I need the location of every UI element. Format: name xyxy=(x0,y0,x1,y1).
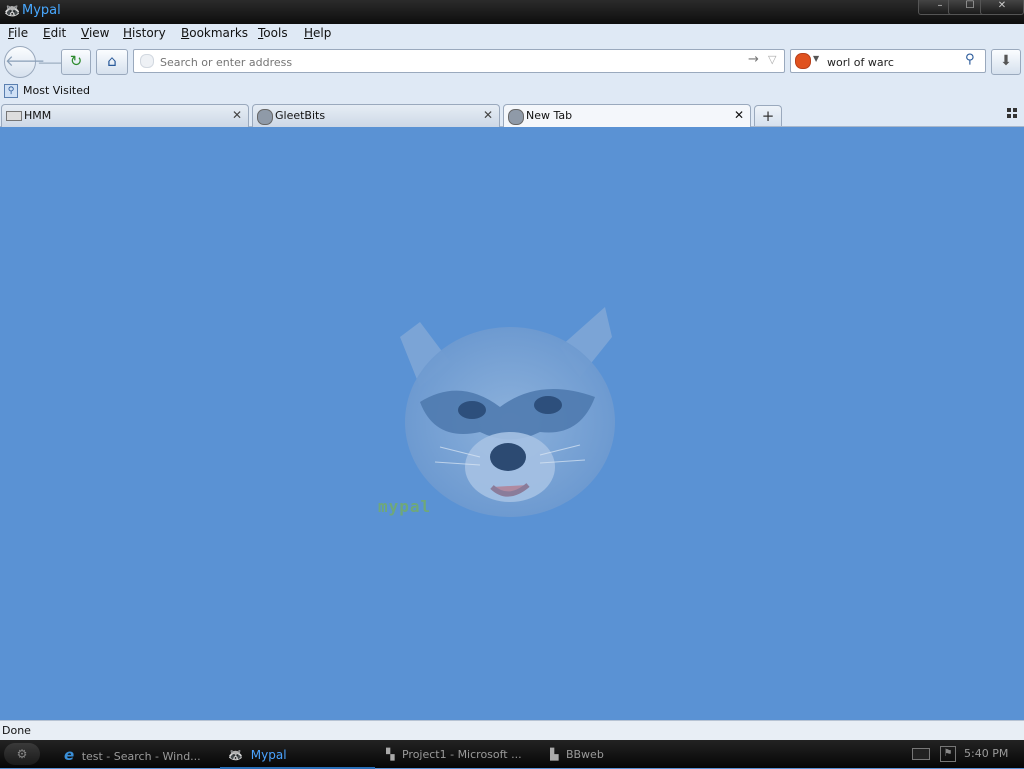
taskbar-item-label: Project1 - Microsoft ... xyxy=(401,748,522,761)
menu-help[interactable]: Help xyxy=(304,26,331,40)
tab-strip: HMM ✕ GleetBits ✕ New Tab ✕ + xyxy=(0,102,1024,128)
vb-project-icon: ▚ xyxy=(386,748,395,761)
tab-new-tab[interactable]: New Tab ✕ xyxy=(503,104,751,128)
plus-icon: + xyxy=(761,107,775,125)
site-identity-icon[interactable] xyxy=(140,54,154,68)
hmm-favicon-icon xyxy=(6,111,22,121)
menu-bookmarks[interactable]: Bookmarks xyxy=(181,26,248,40)
close-window-button[interactable]: ✕ xyxy=(980,0,1024,15)
downloads-button[interactable]: ⬇ xyxy=(991,49,1021,75)
close-tab-icon[interactable]: ✕ xyxy=(483,108,493,122)
close-tab-icon[interactable]: ✕ xyxy=(232,108,242,122)
keyboard-icon[interactable] xyxy=(912,748,930,760)
mypal-logo-text: mypal xyxy=(378,497,432,516)
menu-file[interactable]: File xyxy=(8,26,28,40)
search-bar[interactable]: ▼ ⚲ xyxy=(790,49,986,73)
home-button[interactable]: ⌂ xyxy=(96,49,128,75)
globe-icon xyxy=(508,109,524,125)
go-arrow-icon[interactable]: → xyxy=(748,52,759,67)
tray-flag-icon[interactable]: ⚑ xyxy=(940,746,956,762)
most-visited-label: Most Visited xyxy=(23,84,90,97)
home-icon: ⌂ xyxy=(107,52,117,70)
app-logo-icon: 🦝 xyxy=(4,4,21,19)
tab-label: New Tab xyxy=(526,109,573,122)
tab-label: HMM xyxy=(24,109,52,122)
taskbar-item-label: BBweb xyxy=(565,748,604,761)
raccoon-logo-icon xyxy=(400,307,615,517)
tab-label: GleetBits xyxy=(275,109,326,122)
taskbar-item-label: test - Search - Wind... xyxy=(81,750,201,763)
new-tab-button[interactable]: + xyxy=(754,105,782,126)
taskbar-item-bbweb[interactable]: ▙ BBweb xyxy=(550,743,640,767)
address-bar[interactable]: → ▽ xyxy=(133,49,785,73)
search-input[interactable] xyxy=(825,53,959,71)
taskbar-item-ie[interactable]: e test - Search - Wind... xyxy=(64,743,210,767)
menu-view[interactable]: View xyxy=(81,26,109,40)
address-input[interactable] xyxy=(158,53,742,71)
globe-icon xyxy=(257,109,273,125)
menu-history[interactable]: History xyxy=(123,26,166,40)
most-visited-icon: ⚲ xyxy=(4,84,18,98)
search-engine-icon[interactable] xyxy=(795,53,811,69)
engine-dropdown-icon[interactable]: ▼ xyxy=(813,54,819,63)
mypal-icon: 🦝 xyxy=(228,748,243,762)
taskbar-item-project1[interactable]: ▚ Project1 - Microsoft ... xyxy=(386,743,526,767)
start-button[interactable]: ⚙ xyxy=(4,743,40,765)
reload-icon: ↻ xyxy=(69,52,83,70)
ie-icon: e xyxy=(64,746,75,764)
title-bar: 🦝 Mypal – ☐ ✕ xyxy=(0,0,1024,24)
new-tab-page: mypal xyxy=(0,127,1024,720)
taskbar: ⚙ e test - Search - Wind... 🦝 Mypal ▚ Pr… xyxy=(0,740,1024,769)
close-tab-icon[interactable]: ✕ xyxy=(734,108,744,122)
taskbar-item-mypal[interactable]: 🦝 Mypal xyxy=(220,743,375,769)
navigation-toolbar: 🡐 🡒 ↻ ⌂ → ▽ ▼ ⚲ ⬇ xyxy=(0,44,1024,80)
bbweb-icon: ▙ xyxy=(550,748,559,761)
menu-bar: File Edit View History Bookmarks Tools H… xyxy=(0,24,1024,44)
tab-hmm[interactable]: HMM ✕ xyxy=(1,104,249,127)
tab-grid-icon[interactable] xyxy=(1007,108,1019,120)
menu-edit[interactable]: Edit xyxy=(43,26,66,40)
history-dropdown-icon[interactable]: ▽ xyxy=(768,53,776,66)
download-icon: ⬇ xyxy=(1000,53,1012,69)
bookmarks-toolbar: ⚲ Most Visited xyxy=(0,80,1024,102)
menu-tools[interactable]: Tools xyxy=(258,26,288,40)
status-bar: Done xyxy=(0,720,1024,741)
taskbar-item-label: Mypal xyxy=(250,748,287,762)
start-icon: ⚙ xyxy=(16,747,28,761)
window-title: Mypal xyxy=(22,3,61,18)
tab-gleetbits[interactable]: GleetBits ✕ xyxy=(252,104,500,127)
back-button[interactable]: 🡐 xyxy=(4,46,45,78)
reload-button[interactable]: ↻ xyxy=(61,49,91,75)
search-go-icon[interactable]: ⚲ xyxy=(965,52,975,67)
status-text: Done xyxy=(2,724,31,737)
clock[interactable]: 5:40 PM xyxy=(964,747,1008,760)
